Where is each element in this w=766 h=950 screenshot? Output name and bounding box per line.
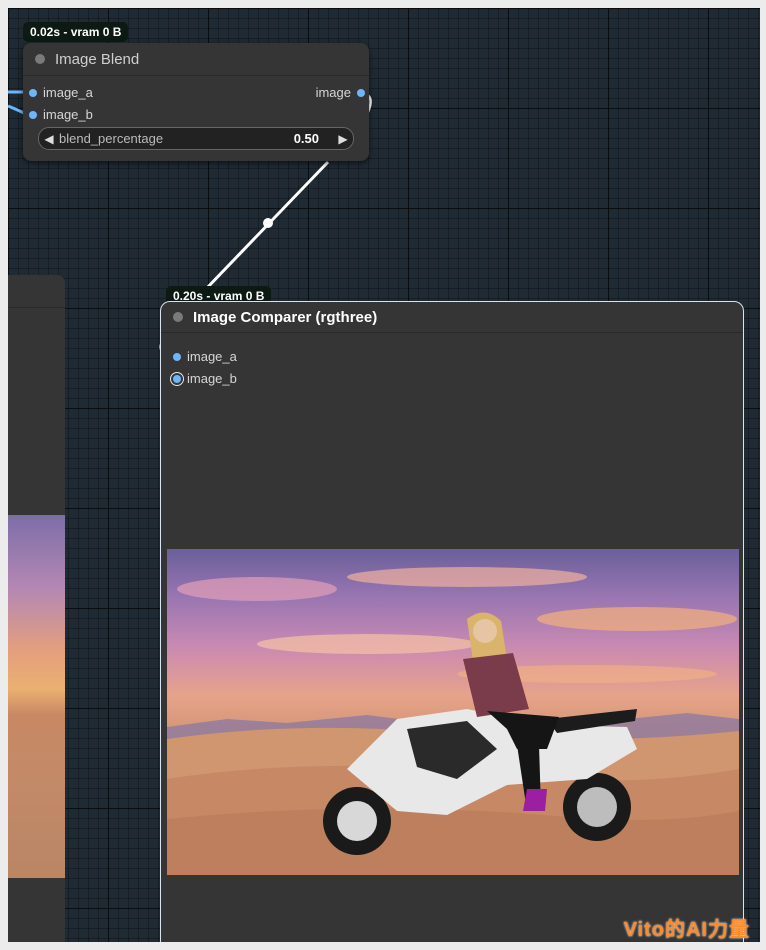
input-slot-image-a[interactable]: image_a <box>29 85 93 100</box>
socket-dot-icon[interactable] <box>29 88 37 97</box>
comparer-input-label-b: image_b <box>187 371 237 386</box>
increment-arrow-icon[interactable]: ▶ <box>333 132 353 146</box>
offscreen-node-preview <box>8 515 65 878</box>
widget-value[interactable]: 0.50 <box>294 131 333 146</box>
image-comparer-node[interactable]: Image Comparer (rgthree) image_a image_b <box>160 301 744 942</box>
input-label-image-a: image_a <box>43 85 93 100</box>
socket-dot-icon[interactable] <box>357 88 365 97</box>
comparison-image[interactable] <box>167 549 739 875</box>
input-slot-image-b[interactable]: image_b <box>29 107 93 122</box>
comparer-input-image-b[interactable]: image_b <box>173 371 237 386</box>
offscreen-node-header[interactable] <box>8 275 65 308</box>
output-label-image: image <box>315 85 351 100</box>
output-slot-image[interactable]: image <box>316 85 365 100</box>
blend-timing-badge: 0.02s - vram 0 B <box>23 22 129 42</box>
input-label-image-b: image_b <box>43 107 93 122</box>
link-midpoint-handle[interactable] <box>263 218 273 228</box>
socket-dot-icon[interactable] <box>173 374 181 383</box>
node-status-dot-icon[interactable] <box>35 54 45 64</box>
comparer-node-title: Image Comparer (rgthree) <box>193 308 378 326</box>
socket-dot-icon[interactable] <box>173 352 181 361</box>
node-graph-canvas[interactable]: 0.02s - vram 0 B Image Blend image_a ima… <box>8 8 760 942</box>
comparer-input-label-a: image_a <box>187 349 237 364</box>
comparer-node-header[interactable]: Image Comparer (rgthree) <box>161 302 743 333</box>
socket-dot-icon[interactable] <box>29 110 37 119</box>
blend-percentage-widget[interactable]: ◀ blend_percentage 0.50 ▶ <box>38 127 354 150</box>
blend-node-title: Image Blend <box>55 50 140 68</box>
offscreen-image-node[interactable] <box>8 275 65 942</box>
widget-label: blend_percentage <box>59 131 164 146</box>
motorcycle-desert-illustration <box>167 567 739 875</box>
comparer-input-image-a[interactable]: image_a <box>173 349 237 364</box>
blend-node-header[interactable]: Image Blend <box>23 43 369 76</box>
image-blend-node[interactable]: Image Blend image_a image_b image ◀ blen… <box>23 43 369 161</box>
node-status-dot-icon[interactable] <box>173 312 183 322</box>
watermark: Vito的AI力量 <box>623 919 750 941</box>
decrement-arrow-icon[interactable]: ◀ <box>39 132 59 146</box>
